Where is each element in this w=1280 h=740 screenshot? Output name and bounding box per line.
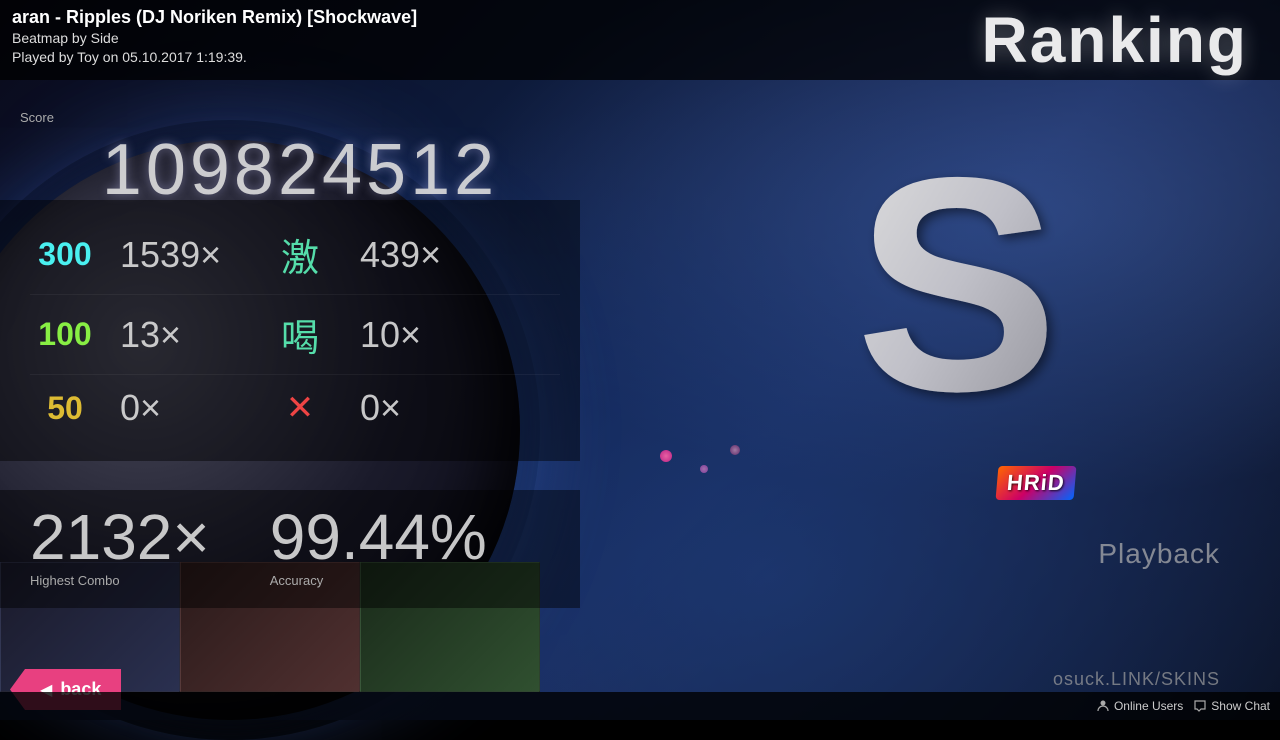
header-bar: aran - Ripples (DJ Noriken Remix) [Shock…: [0, 0, 1280, 80]
combo-label: Highest Combo: [30, 573, 210, 588]
score-label: Score: [20, 110, 580, 125]
stats-panel: 300 1539× 激 439× 100 13× 喝 10× 50 0× ✕ 0…: [0, 200, 580, 461]
hit-100-kanji-count: 10×: [340, 314, 421, 356]
hit-300-kanji-count: 439×: [340, 234, 441, 276]
hit-50-count: 0×: [100, 387, 260, 429]
beatmap-by: Beatmap by Side: [12, 29, 982, 49]
accuracy-label: Accuracy: [270, 573, 487, 588]
hit-50-kanji: ✕: [260, 388, 340, 428]
hit-300-count: 1539×: [100, 234, 260, 276]
osuck-link: osuck.LINK/SKINS: [1053, 669, 1220, 690]
song-title: aran - Ripples (DJ Noriken Remix) [Shock…: [12, 6, 982, 29]
accuracy-stat: 99.44% Accuracy: [270, 505, 487, 588]
bottom-stats-panel: 2132× Highest Combo 99.44% Accuracy: [0, 490, 580, 608]
hit-50-label: 50: [30, 390, 100, 427]
played-by: Played by Toy on 05.10.2017 1:19:39.: [12, 49, 982, 65]
hrid-badge: HRiD: [996, 466, 1077, 500]
bottom-bar: Online Users Show Chat: [0, 692, 1280, 720]
hit-50-kanji-count: 0×: [340, 387, 401, 429]
show-chat-icon: [1193, 699, 1207, 713]
svg-text:S: S: [855, 114, 1058, 445]
combo-value: 2132×: [30, 505, 210, 569]
online-users-icon: [1096, 699, 1110, 713]
hit-300-row: 300 1539× 激 439×: [30, 215, 560, 295]
playback-button[interactable]: Playback: [1098, 538, 1220, 570]
hit-100-count: 13×: [100, 314, 260, 356]
hit-300-label: 300: [30, 236, 100, 273]
hit-50-row: 50 0× ✕ 0×: [30, 375, 560, 441]
rank-s-display: S: [840, 85, 1120, 445]
online-users-label: Online Users: [1114, 699, 1183, 713]
hit-100-row: 100 13× 喝 10×: [30, 295, 560, 375]
show-chat-item[interactable]: Show Chat: [1193, 699, 1270, 713]
online-users-item[interactable]: Online Users: [1096, 699, 1183, 713]
hit-100-kanji: 喝: [260, 307, 340, 362]
show-chat-label: Show Chat: [1211, 699, 1270, 713]
score-value: 109824512: [20, 129, 580, 211]
hit-100-label: 100: [30, 316, 100, 353]
ranking-label: Ranking: [982, 3, 1268, 77]
combo-stat: 2132× Highest Combo: [30, 505, 210, 588]
hit-300-kanji: 激: [260, 227, 340, 282]
header-left: aran - Ripples (DJ Noriken Remix) [Shock…: [12, 6, 982, 65]
accuracy-value: 99.44%: [270, 505, 487, 569]
